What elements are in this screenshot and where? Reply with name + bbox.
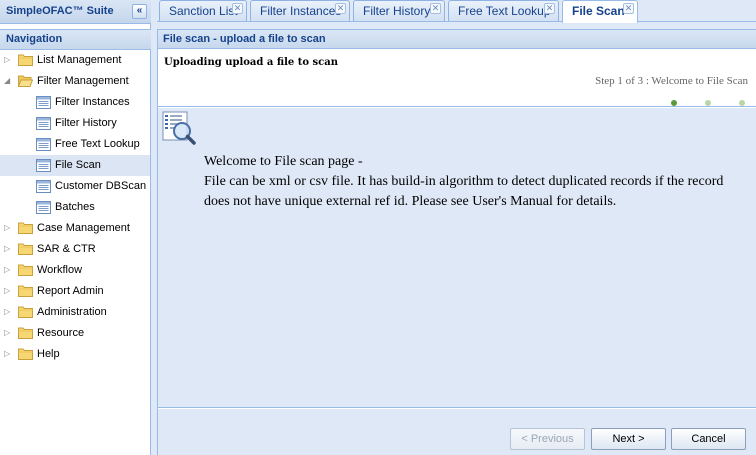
tab-strip: Sanction List ✕ Filter Instances ✕ Filte…	[157, 0, 756, 23]
tab-file-scan[interactable]: File Scan ✕	[562, 0, 638, 23]
nav-item-label: Help	[37, 348, 60, 360]
document-list-icon	[36, 138, 51, 151]
wizard-step-text: Step 1 of 3 : Welcome to File Scan	[595, 75, 748, 87]
wizard-header: Uploading upload a file to scan Step 1 o…	[158, 49, 756, 107]
tab-free-text-lookup[interactable]: Free Text Lookup ✕	[448, 0, 559, 21]
nav-item-label: Free Text Lookup	[55, 138, 140, 150]
suite-title: SimpleOFAC™ Suite	[6, 5, 114, 17]
close-icon[interactable]: ✕	[430, 3, 441, 14]
step-indicator-dot	[671, 100, 677, 106]
close-icon[interactable]: ✕	[623, 3, 634, 14]
nav-item-label: Administration	[37, 306, 107, 318]
document-list-icon	[36, 117, 51, 130]
folder-icon	[18, 327, 33, 339]
cancel-button[interactable]: Cancel	[671, 428, 746, 450]
expand-arrow-icon[interactable]: ▷	[4, 349, 14, 359]
tab-label: Sanction List	[169, 4, 238, 18]
document-list-icon	[36, 159, 51, 172]
nav-item-help[interactable]: ▷ Help	[0, 344, 150, 365]
folder-icon	[18, 222, 33, 234]
folder-icon	[18, 306, 33, 318]
folder-icon	[18, 348, 33, 360]
close-icon[interactable]: ✕	[335, 3, 346, 14]
nav-item-customer-dbscan[interactable]: Customer DBScan	[0, 176, 150, 197]
expand-arrow-icon[interactable]: ▷	[4, 265, 14, 275]
welcome-description: File can be xml or csv file. It has buil…	[204, 174, 724, 209]
close-icon[interactable]: ✕	[232, 3, 243, 14]
expand-arrow-icon[interactable]: ▷	[4, 307, 14, 317]
nav-item-label: SAR & CTR	[37, 243, 96, 255]
nav-item-batches[interactable]: Batches	[0, 197, 150, 218]
close-icon[interactable]: ✕	[544, 3, 555, 14]
tab-sanction-list[interactable]: Sanction List ✕	[159, 0, 247, 21]
nav-item-label: Filter History	[55, 117, 117, 129]
nav-item-workflow[interactable]: ▷ Workflow	[0, 260, 150, 281]
document-list-icon	[36, 180, 51, 193]
nav-item-label: Filter Instances	[55, 96, 130, 108]
expand-arrow-icon[interactable]: ▷	[4, 244, 14, 254]
nav-item-list-management[interactable]: ▷ List Management	[0, 50, 150, 71]
nav-item-file-scan[interactable]: File Scan	[0, 155, 150, 176]
nav-item-sar-ctr[interactable]: ▷ SAR & CTR	[0, 239, 150, 260]
wizard-footer: < Previous Next > Cancel	[158, 409, 756, 455]
next-button[interactable]: Next >	[591, 428, 666, 450]
nav-item-free-text-lookup[interactable]: Free Text Lookup	[0, 134, 150, 155]
folder-icon	[18, 264, 33, 276]
collapse-left-panel-button[interactable]: «	[132, 4, 147, 19]
wizard-body: Welcome to File scan page - File can be …	[158, 108, 756, 408]
nav-item-label: Batches	[55, 201, 95, 213]
expand-arrow-icon[interactable]: ▷	[4, 223, 14, 233]
nav-item-label: Customer DBScan	[55, 180, 147, 192]
nav-item-administration[interactable]: ▷ Administration	[0, 302, 150, 323]
wizard-heading: Uploading upload a file to scan	[164, 57, 338, 68]
nav-item-label: Report Admin	[37, 285, 104, 297]
nav-item-filter-management[interactable]: ◢ Filter Management	[0, 71, 150, 92]
folder-icon	[18, 285, 33, 297]
document-list-icon	[36, 201, 51, 214]
tab-label: Filter Instances	[260, 4, 342, 18]
nav-item-label: Case Management	[37, 222, 130, 234]
folder-icon	[18, 54, 33, 66]
folder-icon	[18, 243, 33, 255]
panel-title: File scan - upload a file to scan	[163, 33, 326, 45]
nav-item-filter-instances[interactable]: Filter Instances	[0, 92, 150, 113]
step-indicator-dot	[739, 100, 745, 106]
nav-item-label: Filter Management	[37, 75, 129, 87]
tab-filter-instances[interactable]: Filter Instances ✕	[250, 0, 350, 21]
expand-arrow-icon[interactable]: ▷	[4, 55, 14, 65]
expand-arrow-icon[interactable]: ▷	[4, 328, 14, 338]
document-list-icon	[36, 96, 51, 109]
welcome-message: Welcome to File scan page - File can be …	[204, 152, 744, 212]
nav-item-label: Workflow	[37, 264, 83, 276]
nav-item-resource[interactable]: ▷ Resource	[0, 323, 150, 344]
navigation-header: Navigation	[0, 29, 151, 50]
suite-header: SimpleOFAC™ Suite «	[0, 0, 151, 24]
tab-label: Filter History	[363, 4, 431, 18]
welcome-line: Welcome to File scan page -	[204, 154, 363, 169]
nav-item-filter-history[interactable]: Filter History	[0, 113, 150, 134]
nav-item-report-admin[interactable]: ▷ Report Admin	[0, 281, 150, 302]
nav-item-label: List Management	[37, 54, 122, 66]
nav-item-label: Resource	[37, 327, 85, 339]
file-scan-magnifier-icon	[162, 111, 196, 145]
step-indicator-dot	[705, 100, 711, 106]
nav-item-case-management[interactable]: ▷ Case Management	[0, 218, 150, 239]
previous-button[interactable]: < Previous	[510, 428, 585, 450]
navigation-tree: ▷ List Management ◢ Filter Management Fi…	[0, 50, 150, 365]
tab-filter-history[interactable]: Filter History ✕	[353, 0, 445, 21]
panel-header: File scan - upload a file to scan	[158, 30, 756, 49]
navigation-title: Navigation	[6, 33, 63, 45]
left-panel: SimpleOFAC™ Suite « Navigation ▷ List Ma…	[0, 0, 151, 455]
expand-arrow-icon[interactable]: ▷	[4, 286, 14, 296]
file-scan-panel: File scan - upload a file to scan Upload…	[157, 29, 756, 455]
tab-label: Free Text Lookup	[458, 4, 551, 18]
open-folder-icon	[18, 75, 33, 87]
tab-label: File Scan	[572, 4, 625, 18]
collapse-arrow-icon[interactable]: ◢	[4, 76, 14, 86]
nav-item-label: File Scan	[55, 159, 101, 171]
